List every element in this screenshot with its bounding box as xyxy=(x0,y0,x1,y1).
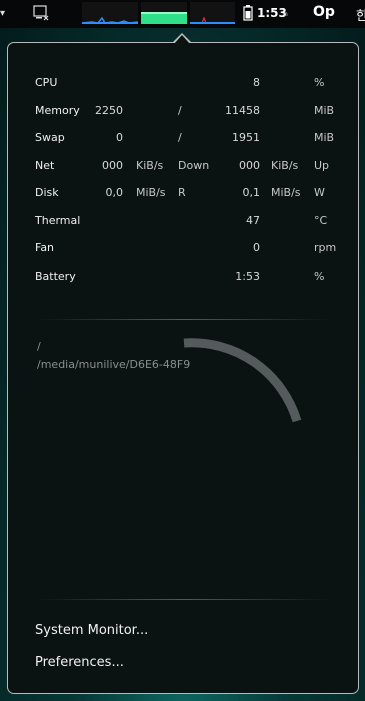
separator-bottom xyxy=(38,599,330,600)
swap-row: Swap 0 / 1951 MiB xyxy=(8,131,360,151)
separator-top xyxy=(38,319,330,320)
disk-read-unit: MiB/s xyxy=(136,186,166,199)
thermal-unit: °C xyxy=(314,214,328,227)
cpu-label: CPU xyxy=(35,76,58,89)
fan-row: Fan 0 rpm xyxy=(8,241,360,261)
dropdown-arrow-icon[interactable]: ▾ xyxy=(0,8,5,19)
disk-usage-arc xyxy=(183,338,302,423)
disk-read-label: R xyxy=(178,186,186,199)
activities-button[interactable]: Op xyxy=(313,4,335,20)
thermal-row: Thermal 47 °C xyxy=(8,214,360,234)
disk-write-label: W xyxy=(314,186,325,199)
top-bar: ▾ 1:53 h Op 한 xyxy=(0,0,365,28)
net-up-unit: KiB/s xyxy=(271,159,299,172)
swap-used: 0 xyxy=(116,131,123,144)
cpu-graph[interactable] xyxy=(82,2,138,24)
battery-unit: % xyxy=(314,270,325,283)
swap-separator: / xyxy=(178,131,182,144)
input-method-indicator[interactable]: 한 xyxy=(356,5,365,24)
swap-label: Swap xyxy=(35,131,65,144)
disk-path-root: / xyxy=(37,340,41,353)
net-down-label: Down xyxy=(178,159,210,172)
battery-label: Battery xyxy=(35,270,76,283)
system-monitor-menu-item[interactable]: System Monitor... xyxy=(35,623,148,638)
battery-icon[interactable] xyxy=(243,5,253,21)
system-monitor-popup: CPU 8 % Memory 2250 / 11458 MiB Swap 0 /… xyxy=(7,42,359,694)
battery-row: Battery 1:53 % xyxy=(8,270,360,290)
cpu-unit: % xyxy=(314,76,325,89)
fan-unit: rpm xyxy=(314,241,337,254)
net-up-label: Up xyxy=(314,159,330,172)
cpu-row: CPU 8 % xyxy=(8,76,360,96)
clock-suffix: h xyxy=(284,11,288,18)
disk-write-unit: MiB/s xyxy=(271,186,301,199)
net-up-value: 000 xyxy=(239,159,260,172)
memory-used: 2250 xyxy=(95,104,123,117)
memory-label: Memory xyxy=(35,104,80,117)
swap-unit: MiB xyxy=(314,131,335,144)
net-row: Net 000 KiB/s Down 000 KiB/s Up xyxy=(8,159,360,179)
fan-label: Fan xyxy=(35,241,55,254)
screen-icon[interactable] xyxy=(33,5,49,21)
swap-total: 1951 xyxy=(232,131,260,144)
fan-value: 0 xyxy=(253,241,260,254)
thermal-label: Thermal xyxy=(35,214,81,227)
clock-time[interactable]: 1:53 xyxy=(257,6,287,20)
disk-row: Disk 0,0 MiB/s R 0,1 MiB/s W xyxy=(8,186,360,206)
net-label: Net xyxy=(35,159,55,172)
memory-separator: / xyxy=(178,104,182,117)
preferences-menu-item[interactable]: Preferences... xyxy=(35,655,124,670)
net-down-value: 000 xyxy=(102,159,123,172)
thermal-value: 47 xyxy=(246,214,260,227)
disk-write-value: 0,1 xyxy=(242,186,261,199)
cpu-value: 8 xyxy=(253,76,260,89)
disk-read-value: 0,0 xyxy=(105,186,124,199)
popup-pointer-inner xyxy=(174,35,190,44)
memory-unit: MiB xyxy=(314,104,335,117)
memory-graph[interactable] xyxy=(141,2,187,24)
memory-row: Memory 2250 / 11458 MiB xyxy=(8,104,360,124)
net-graph[interactable] xyxy=(190,2,235,24)
battery-value: 1:53 xyxy=(235,270,260,283)
disk-path-media: /media/munilive/D6E6-48F9 xyxy=(37,358,191,371)
net-down-unit: KiB/s xyxy=(136,159,164,172)
memory-total: 11458 xyxy=(225,104,260,117)
disk-label: Disk xyxy=(35,186,59,199)
